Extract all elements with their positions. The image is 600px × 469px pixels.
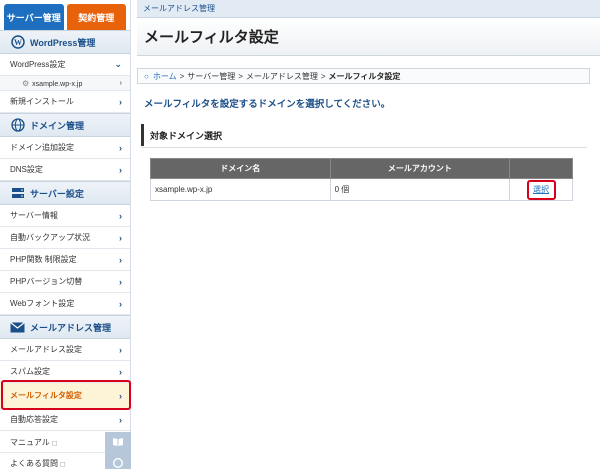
sidebar-subitem-content: ⚙ xsample.wp-x.jp xyxy=(22,79,82,88)
mail-icon xyxy=(10,320,25,335)
link-manual-text: マニュアル ◻ xyxy=(10,437,58,448)
breadcrumb-current: メールフィルタ設定 xyxy=(328,71,401,81)
cell-accounts: 0 個 xyxy=(329,178,511,201)
chevron-right-icon: › xyxy=(119,142,122,153)
sidebar-item-domain-add[interactable]: ドメイン追加設定 › xyxy=(0,137,130,159)
tab-contract-management[interactable]: 契約管理 xyxy=(66,4,126,30)
section-wordpress: W WordPress管理 xyxy=(0,30,130,54)
svg-text:W: W xyxy=(14,38,22,47)
cell-action: 選択 xyxy=(509,178,573,201)
breadcrumb-separator: > xyxy=(320,71,326,81)
link-label: よくある質問 xyxy=(10,458,58,468)
section-server-label: サーバー設定 xyxy=(30,188,84,199)
column-header-action xyxy=(509,158,573,179)
sidebar-subitem-domain[interactable]: ⚙ xsample.wp-x.jp › xyxy=(0,76,130,91)
chevron-right-icon: › xyxy=(119,298,122,309)
sidebar-item-label: 新規インストール xyxy=(10,97,74,106)
globe-icon xyxy=(10,118,25,133)
sidebar-item-label: サーバー情報 xyxy=(10,211,58,220)
sidebar-item-php-function[interactable]: PHP関数 制限設定 › xyxy=(0,249,130,271)
sidebar-item-dns[interactable]: DNS設定 › xyxy=(0,159,130,181)
sidebar-item-label: PHP関数 制限設定 xyxy=(10,255,77,264)
breadcrumb-separator: > xyxy=(179,71,185,81)
sidebar-subitem-label: xsample.wp-x.jp xyxy=(32,80,83,88)
top-tabs: サーバー管理 契約管理 xyxy=(0,0,130,30)
instruction-text: メールフィルタを設定するドメインを選択してください。 xyxy=(144,99,391,110)
select-button[interactable]: 選択 xyxy=(526,179,556,200)
section-divider xyxy=(141,147,587,148)
sidebar-item-label: DNS設定 xyxy=(10,165,43,174)
column-header-accounts: メールアカウント xyxy=(329,158,511,179)
sidebar-item-php-version[interactable]: PHPバージョン切替 › xyxy=(0,271,130,293)
link-faq[interactable]: よくある質問 ◻ xyxy=(0,452,131,469)
section-mail-label: メールアドレス管理 xyxy=(30,322,112,333)
question-icon xyxy=(105,452,131,469)
sidebar-item-webfont[interactable]: Webフォント設定 › xyxy=(0,293,130,315)
wordpress-icon: W xyxy=(10,35,25,50)
chevron-right-icon: › xyxy=(119,414,122,425)
link-manual[interactable]: マニュアル ◻ xyxy=(0,431,131,453)
sidebar-item-label: 自動バックアップ状況 xyxy=(10,233,90,242)
sidebar-item-label: メールアドレス設定 xyxy=(10,345,82,354)
chevron-right-icon: › xyxy=(119,164,122,175)
chevron-right-icon: › xyxy=(119,210,122,221)
bottom-links: マニュアル ◻ よくある質問 ◻ xyxy=(0,431,131,469)
link-label: マニュアル xyxy=(10,437,50,447)
table-header-row: ドメイン名 メールアカウント xyxy=(150,158,573,179)
sidebar-item-label: 自動応答設定 xyxy=(10,415,58,424)
book-icon xyxy=(105,431,131,453)
sidebar-item-mail-address[interactable]: メールアドレス設定 › xyxy=(0,339,130,361)
section-title: 対象ドメイン選択 xyxy=(141,124,587,146)
cell-domain: xsample.wp-x.jp xyxy=(150,178,331,201)
breadcrumb-home[interactable]: ホーム xyxy=(153,71,177,82)
sidebar-item-server-info[interactable]: サーバー情報 › xyxy=(0,205,130,227)
sidebar: サーバー管理 契約管理 W WordPress管理 WordPress設定 ⌄ … xyxy=(0,0,131,469)
section-server: サーバー設定 xyxy=(0,181,130,205)
circle-icon: ○ xyxy=(144,71,149,81)
sidebar-item-auto-backup[interactable]: 自動バックアップ状況 › xyxy=(0,227,130,249)
breadcrumb: ○ ホーム > サーバー管理 > メールアドレス管理 > メールフィルタ設定 xyxy=(137,68,590,84)
sidebar-item-new-install[interactable]: 新規インストール › xyxy=(0,91,130,113)
chevron-right-icon: › xyxy=(119,366,122,377)
server-icon xyxy=(10,186,25,201)
external-link-icon: ◻ xyxy=(60,460,66,468)
section-domain: ドメイン管理 xyxy=(0,113,130,137)
highlight-frame-sidebar xyxy=(1,380,131,410)
chevron-down-icon: ⌄ xyxy=(114,59,122,69)
link-faq-text: よくある質問 ◻ xyxy=(10,458,66,469)
chevron-right-icon: › xyxy=(119,79,122,87)
sidebar-item-wordpress-settings[interactable]: WordPress設定 ⌄ xyxy=(0,54,130,76)
external-link-icon: ◻ xyxy=(51,439,58,447)
sidebar-item-label: ドメイン追加設定 xyxy=(10,143,74,152)
sidebar-item-label: スパム設定 xyxy=(10,367,50,376)
breadcrumb-mail[interactable]: メールアドレス管理 xyxy=(246,71,318,82)
sidebar-item-label: PHPバージョン切替 xyxy=(10,277,83,286)
chevron-right-icon: › xyxy=(119,232,122,243)
main-content: メールアドレス管理 メールフィルタ設定 ○ ホーム > サーバー管理 > メール… xyxy=(137,0,600,469)
tab-server-management[interactable]: サーバー管理 xyxy=(4,4,64,30)
sidebar-item-label: WordPress設定 xyxy=(10,60,66,69)
domain-table: ドメイン名 メールアカウント xsample.wp-x.jp 0 個 選択 xyxy=(150,158,573,201)
sidebar-item-label: Webフォント設定 xyxy=(10,299,75,308)
page-title: メールフィルタ設定 xyxy=(137,18,600,56)
column-header-domain: ドメイン名 xyxy=(150,158,331,179)
chevron-right-icon: › xyxy=(119,96,122,107)
gear-icon: ⚙ xyxy=(22,78,30,88)
sidebar-item-auto-reply[interactable]: 自動応答設定 › xyxy=(0,409,130,431)
section-mail: メールアドレス管理 xyxy=(0,315,130,339)
chevron-right-icon: › xyxy=(119,344,122,355)
chevron-right-icon: › xyxy=(119,254,122,265)
table-row: xsample.wp-x.jp 0 個 選択 xyxy=(150,178,573,201)
section-wordpress-label: WordPress管理 xyxy=(30,37,96,48)
section-domain-label: ドメイン管理 xyxy=(30,120,85,131)
breadcrumb-server[interactable]: サーバー管理 xyxy=(187,71,235,82)
breadcrumb-separator: > xyxy=(238,71,243,81)
section-crumb: メールアドレス管理 xyxy=(137,0,600,18)
chevron-right-icon: › xyxy=(119,276,122,287)
